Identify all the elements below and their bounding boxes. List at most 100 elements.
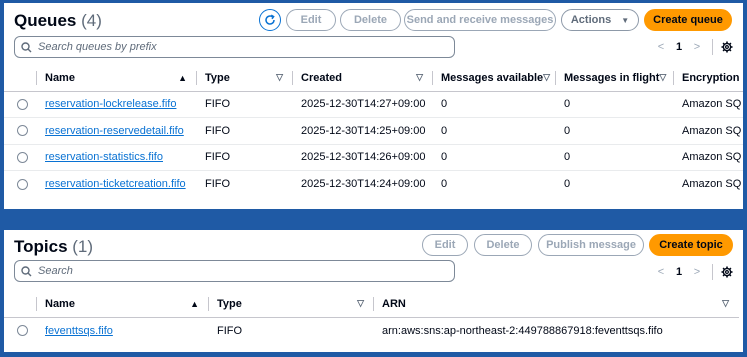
topic-type-column-header[interactable]: Type ▽ (209, 291, 374, 318)
topics-page-number[interactable]: 1 (670, 266, 688, 278)
queue-messages-available: 0 (433, 144, 556, 171)
topics-table: Name ▲ Type ▽ ARN ▽ feventtsqs.fifo FIFO ar… (4, 291, 739, 344)
chevron-right-icon[interactable]: > (688, 41, 706, 53)
queue-encryption: Amazon SQ (674, 91, 743, 118)
queue-created: 2025-12-30T14:27+09:00 (293, 91, 433, 118)
encryption-column-label: Encryption (682, 71, 740, 84)
messages-in-flight-column-header[interactable]: Messages in flight ▽ (556, 65, 674, 92)
sort-icon[interactable]: ▽ (659, 72, 666, 83)
actions-label: Actions (570, 14, 612, 26)
row-select-radio[interactable] (17, 98, 28, 110)
pagination-divider (712, 39, 713, 55)
topic-name-column-label: Name (45, 297, 75, 310)
encryption-column-header[interactable]: Encryption (674, 65, 743, 92)
topics-search-input[interactable] (38, 265, 438, 277)
topic-type-column-label: Type (217, 297, 242, 310)
sort-icon[interactable]: ▽ (722, 298, 729, 309)
gear-icon[interactable] (721, 266, 733, 278)
queue-messages-available: 0 (441, 178, 448, 190)
queue-encryption: Amazon SQ (674, 144, 743, 171)
sort-icon[interactable]: ▽ (276, 72, 283, 83)
queues-page-number[interactable]: 1 (670, 41, 688, 53)
row-select-radio[interactable] (17, 125, 28, 137)
queue-messages-in-flight: 0 (564, 178, 571, 190)
delete-queue-button[interactable]: Delete (340, 9, 401, 31)
sort-icon[interactable]: ▽ (357, 298, 364, 309)
queue-name-link[interactable]: reservation-statistics.fifo (45, 151, 163, 163)
sort-ascending-icon[interactable]: ▲ (190, 299, 199, 309)
sort-ascending-icon[interactable]: ▲ (178, 73, 187, 83)
topic-arn-column-label: ARN (382, 297, 406, 310)
publish-message-button[interactable]: Publish message (538, 234, 644, 256)
topics-search-field[interactable] (14, 260, 455, 282)
queue-name-link[interactable]: reservation-reservedetail.fifo (45, 125, 184, 137)
queue-type: FIFO (197, 91, 293, 118)
topic-name-link[interactable]: feventtsqs.fifo (45, 325, 113, 337)
gear-icon[interactable] (721, 41, 733, 53)
refresh-icon (265, 14, 275, 25)
send-receive-messages-button[interactable]: Send and receive messages (404, 9, 556, 31)
create-queue-button[interactable]: Create queue (644, 9, 732, 31)
topic-arn-column-header[interactable]: ARN ▽ (374, 291, 739, 318)
queue-encryption: Amazon SQ (674, 117, 743, 145)
table-row[interactable]: reservation-reservedetail.fifo FIFO 2025… (4, 117, 743, 145)
messages-in-flight-column-label: Messages in flight (564, 71, 660, 84)
row-select-radio[interactable] (17, 151, 28, 163)
pagination-divider (712, 264, 713, 280)
topics-count: (1) (72, 237, 94, 256)
queue-type: FIFO (205, 178, 231, 190)
table-row[interactable]: reservation-lockrelease.fifo FIFO 2025-1… (4, 91, 743, 118)
row-select-radio[interactable] (17, 325, 28, 337)
topic-arn: arn:aws:sns:ap-northeast-2:449788867918:… (382, 324, 663, 337)
queues-table: Name ▲ Type ▽ Created ▽ Messages available ▽… (4, 65, 743, 197)
type-column-label: Type (205, 71, 230, 84)
queues-count: (4) (81, 11, 102, 30)
queue-name-link[interactable]: reservation-lockrelease.fifo (45, 98, 176, 110)
queue-messages-in-flight: 0 (556, 117, 674, 145)
chevron-right-icon[interactable]: > (688, 266, 706, 278)
row-select-radio[interactable] (17, 178, 28, 190)
delete-topic-button[interactable]: Delete (474, 234, 532, 256)
queues-search-field[interactable] (14, 36, 455, 58)
search-icon (21, 41, 32, 52)
messages-available-column-label: Messages available (441, 71, 544, 84)
queues-title: Queues (4) (14, 11, 102, 31)
queues-panel: Queues (4) Edit Delete Send and receive … (4, 3, 743, 209)
chevron-left-icon[interactable]: < (652, 266, 670, 278)
caret-down-icon: ▼ (621, 15, 630, 25)
select-column-header (4, 291, 37, 318)
topics-title-label: Topics (14, 237, 68, 256)
topics-pagination: < 1 > (652, 264, 733, 280)
table-row[interactable]: feventtsqs.fifo FIFO arn:aws:sns:ap-nort… (4, 317, 739, 344)
table-row[interactable]: reservation-ticketcreation.fifo FIFO 202… (4, 171, 743, 198)
search-icon (21, 265, 32, 276)
queue-messages-in-flight: 0 (556, 144, 674, 171)
create-topic-button[interactable]: Create topic (649, 234, 733, 256)
name-column-header[interactable]: Name ▲ (37, 65, 197, 92)
queue-created: 2025-12-30T14:25+09:00 (293, 117, 433, 145)
edit-topic-button[interactable]: Edit (422, 234, 468, 256)
queues-search-input[interactable] (38, 41, 438, 53)
queue-messages-available: 0 (433, 91, 556, 118)
queue-type: FIFO (197, 117, 293, 145)
queue-created: 2025-12-30T14:26+09:00 (293, 144, 433, 171)
refresh-button[interactable] (259, 9, 281, 31)
topic-name-column-header[interactable]: Name ▲ (37, 291, 209, 318)
queue-created: 2025-12-30T14:24+09:00 (301, 178, 426, 190)
table-row[interactable]: reservation-statistics.fifo FIFO 2025-12… (4, 144, 743, 171)
queue-messages-in-flight: 0 (556, 91, 674, 118)
topic-type: FIFO (217, 324, 243, 337)
type-column-header[interactable]: Type ▽ (197, 65, 293, 92)
topics-header-row: Name ▲ Type ▽ ARN ▽ (4, 291, 739, 318)
sort-icon[interactable]: ▽ (416, 72, 423, 83)
actions-dropdown[interactable]: Actions ▼ (561, 9, 639, 31)
queue-messages-available: 0 (433, 117, 556, 145)
queue-name-link[interactable]: reservation-ticketcreation.fifo (45, 178, 186, 190)
queue-encryption: Amazon SQ (682, 178, 742, 190)
messages-available-column-header[interactable]: Messages available ▽ (433, 65, 556, 92)
name-column-label: Name (45, 71, 75, 84)
sort-icon[interactable]: ▽ (543, 72, 550, 83)
created-column-header[interactable]: Created ▽ (293, 65, 433, 92)
edit-queue-button[interactable]: Edit (286, 9, 336, 31)
chevron-left-icon[interactable]: < (652, 41, 670, 53)
